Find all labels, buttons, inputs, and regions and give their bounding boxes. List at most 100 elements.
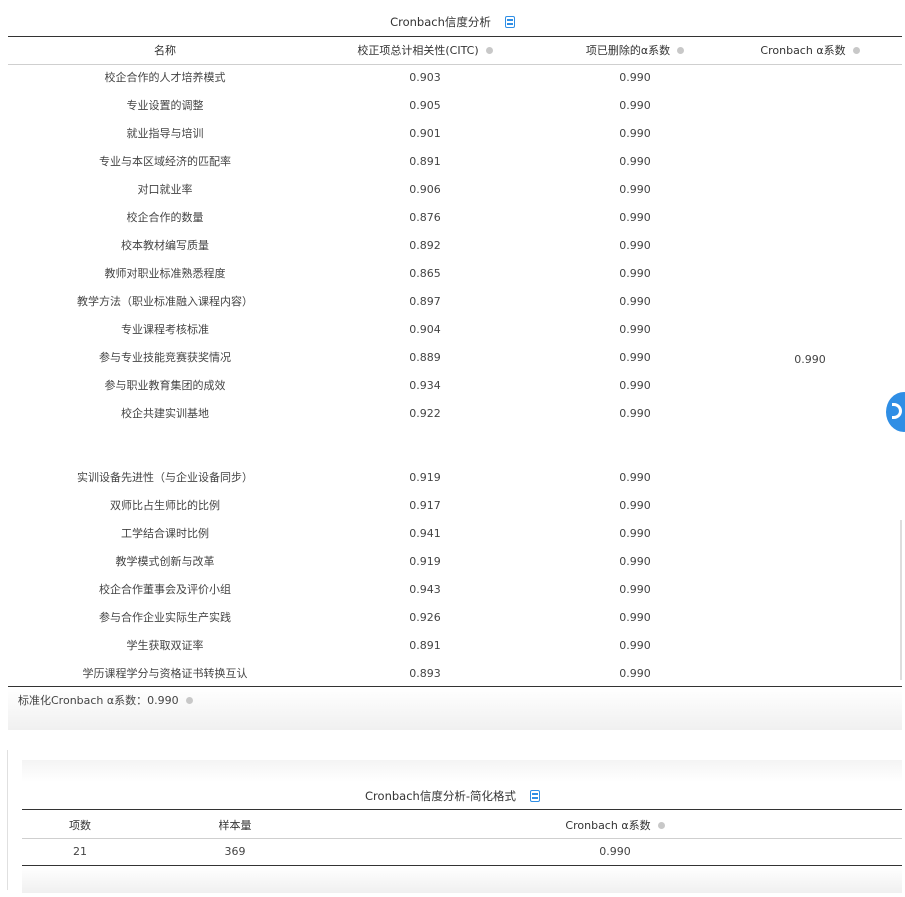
row-name: 校企共建实训基地 <box>121 407 209 420</box>
row-name: 教师对职业标准熟悉程度 <box>104 267 226 280</box>
row-citc: 0.897 <box>409 295 441 308</box>
row-alpha-deleted: 0.990 <box>619 239 651 252</box>
row-alpha-deleted: 0.990 <box>619 323 651 336</box>
document-icon[interactable] <box>504 16 515 28</box>
table1-title: Cronbach信度分析 <box>390 15 491 29</box>
row-name: 专业设置的调整 <box>126 99 204 112</box>
row-name: 校本教材编写质量 <box>121 239 209 252</box>
header-cronbach-alpha-2: Cronbach α系数 <box>520 817 710 835</box>
row-alpha-deleted: 0.990 <box>619 211 651 224</box>
row-alpha-deleted: 0.990 <box>619 183 651 196</box>
table-row: 教学方法（职业标准融入课程内容） 0.897 0.990 <box>0 288 905 316</box>
table2-header-rule <box>22 838 902 839</box>
row-citc: 0.926 <box>409 611 441 624</box>
row-alpha-deleted: 0.990 <box>619 555 651 568</box>
header-sample-size: 样本量 <box>218 819 252 832</box>
row-citc: 0.901 <box>409 127 441 140</box>
row-citc: 0.891 <box>409 639 441 652</box>
table-row: 校企合作董事会及评价小组 0.943 0.990 <box>0 576 905 604</box>
table-row: 参与职业教育集团的成效 0.934 0.990 <box>0 372 905 400</box>
table1-top-rule <box>8 36 902 37</box>
table-row: 工学结合课时比例 0.941 0.990 <box>0 520 905 548</box>
row-alpha-deleted: 0.990 <box>619 583 651 596</box>
row-citc: 0.903 <box>409 71 441 84</box>
table-row: 校企共建实训基地 0.922 0.990 <box>0 400 905 428</box>
document-icon[interactable] <box>529 790 540 802</box>
row-citc: 0.891 <box>409 155 441 168</box>
table1-bottom-rule <box>8 686 902 687</box>
table-row: 教学模式创新与改革 0.919 0.990 <box>0 548 905 576</box>
table-row: 校企合作的人才培养模式 0.903 0.990 <box>0 64 905 92</box>
table-row: 学历课程学分与资格证书转换互认 0.893 0.990 <box>0 660 905 688</box>
help-icon[interactable] <box>852 46 860 54</box>
table-row: 对口就业率 0.906 0.990 <box>0 176 905 204</box>
row-name: 专业课程考核标准 <box>121 323 209 336</box>
row-alpha-deleted: 0.990 <box>619 527 651 540</box>
scrollbar[interactable] <box>900 520 902 680</box>
row-name: 就业指导与培训 <box>126 127 204 140</box>
row-alpha-deleted: 0.990 <box>619 471 651 484</box>
row-citc: 0.893 <box>409 667 441 680</box>
row-citc: 0.889 <box>409 351 441 364</box>
row-citc: 0.905 <box>409 99 441 112</box>
row-citc: 0.941 <box>409 527 441 540</box>
table-row: 双师比占生师比的比例 0.917 0.990 <box>0 492 905 520</box>
row-alpha-deleted: 0.990 <box>619 295 651 308</box>
row-name: 学生获取双证率 <box>126 639 204 652</box>
help-icon[interactable] <box>657 821 665 829</box>
row-name: 校企合作的数量 <box>126 211 204 224</box>
sample-size-value: 369 <box>224 845 246 858</box>
standardized-alpha-note: 标准化Cronbach α系数：0.990 <box>18 693 193 709</box>
help-icon[interactable] <box>185 696 193 704</box>
header-alpha-deleted: 项已删除的α系数 <box>550 42 720 60</box>
table-row: 专业课程考核标准 0.904 0.990 <box>0 316 905 344</box>
table1-title-row: Cronbach信度分析 <box>0 11 905 33</box>
row-name: 教学方法（职业标准融入课程内容） <box>77 295 253 308</box>
row-name: 实训设备先进性（与企业设备同步） <box>77 471 253 484</box>
help-icon[interactable] <box>485 46 493 54</box>
row-name: 参与合作企业实际生产实践 <box>99 611 231 624</box>
alpha-value: 0.990 <box>599 845 631 858</box>
table-row: 就业指导与培训 0.901 0.990 <box>0 120 905 148</box>
row-alpha-deleted: 0.990 <box>619 407 651 420</box>
row-name: 对口就业率 <box>137 183 193 196</box>
row-name: 学历课程学分与资格证书转换互认 <box>82 667 248 680</box>
row-citc: 0.934 <box>409 379 441 392</box>
table-row: 专业与本区域经济的匹配率 0.891 0.990 <box>0 148 905 176</box>
table-row: 专业设置的调整 0.905 0.990 <box>0 92 905 120</box>
table2-top-rule <box>22 809 902 810</box>
row-alpha-deleted: 0.990 <box>619 155 651 168</box>
row-name: 工学结合课时比例 <box>121 527 209 540</box>
row-alpha-deleted: 0.990 <box>619 499 651 512</box>
table-row: 校企合作的数量 0.876 0.990 <box>0 204 905 232</box>
row-citc: 0.892 <box>409 239 441 252</box>
row-alpha-deleted: 0.990 <box>619 71 651 84</box>
overall-alpha-value: 0.990 <box>794 353 826 366</box>
table-row: 教师对职业标准熟悉程度 0.865 0.990 <box>0 260 905 288</box>
table-row: 学生获取双证率 0.891 0.990 <box>0 632 905 660</box>
header-item-count: 项数 <box>69 819 91 832</box>
table2-title-row: Cronbach信度分析-简化格式 <box>0 785 905 807</box>
row-alpha-deleted: 0.990 <box>619 127 651 140</box>
row-citc: 0.904 <box>409 323 441 336</box>
row-alpha-deleted: 0.990 <box>619 351 651 364</box>
table2-footer <box>22 867 902 893</box>
row-citc: 0.922 <box>409 407 441 420</box>
help-icon[interactable] <box>677 46 685 54</box>
row-citc: 0.943 <box>409 583 441 596</box>
row-citc: 0.919 <box>409 555 441 568</box>
row-citc: 0.876 <box>409 211 441 224</box>
row-name: 专业与本区域经济的匹配率 <box>99 155 231 168</box>
row-name: 教学模式创新与改革 <box>115 555 215 568</box>
table2-bottom-rule <box>22 865 902 866</box>
row-name: 校企合作的人才培养模式 <box>104 71 226 84</box>
header-citc: 校正项总计相关性(CITC) <box>330 42 520 60</box>
header-cronbach-alpha: Cronbach α系数 <box>735 42 885 60</box>
row-name: 双师比占生师比的比例 <box>110 499 220 512</box>
header-name: 名称 <box>154 44 176 57</box>
row-alpha-deleted: 0.990 <box>619 667 651 680</box>
row-name: 参与职业教育集团的成效 <box>104 379 226 392</box>
row-citc: 0.919 <box>409 471 441 484</box>
panel-left-border <box>7 750 8 890</box>
table-row: 实训设备先进性（与企业设备同步） 0.919 0.990 <box>0 464 905 492</box>
